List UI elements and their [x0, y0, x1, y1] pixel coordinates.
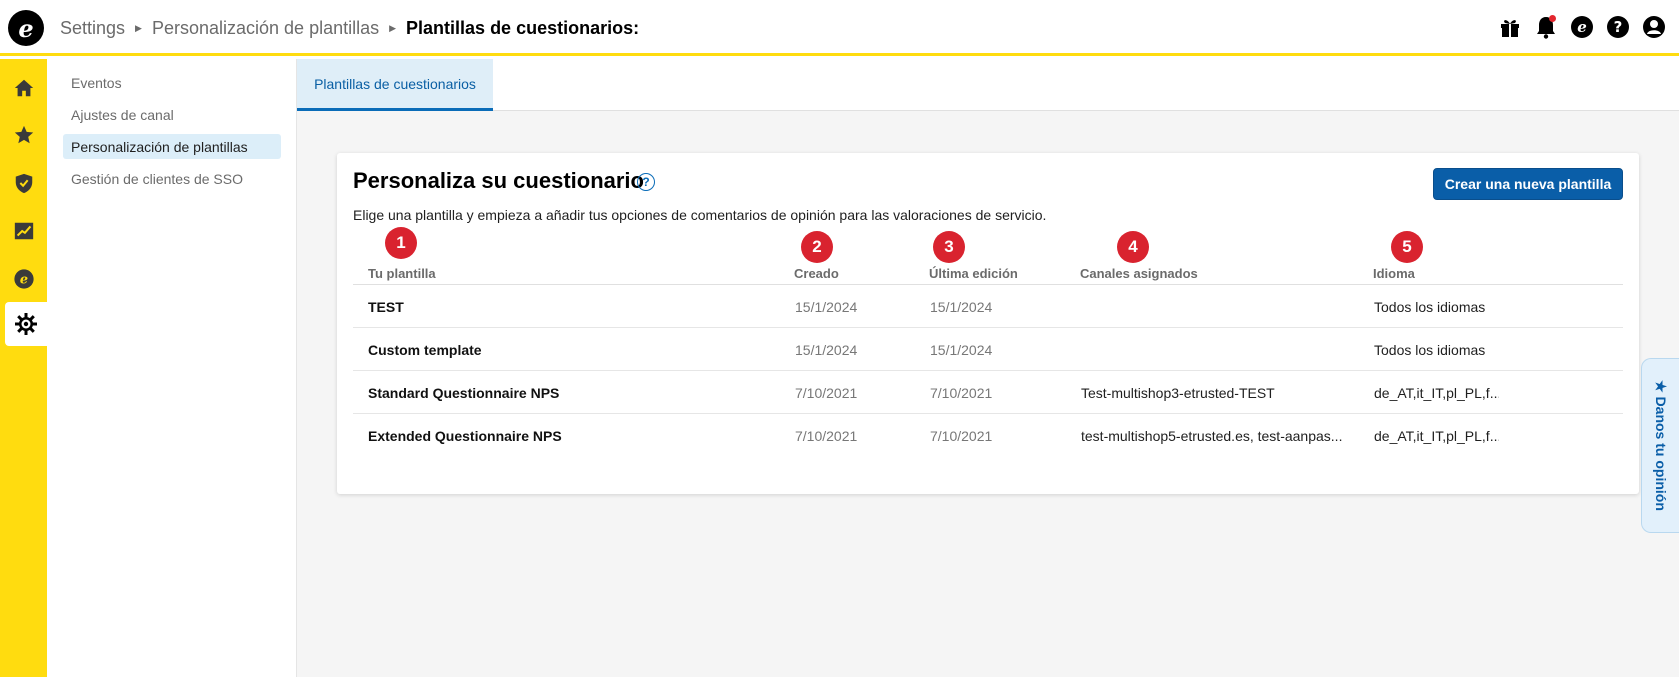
svg-text:?: ? — [1614, 18, 1623, 36]
breadcrumb-template-customization[interactable]: Personalización de plantillas — [152, 18, 379, 39]
star-icon[interactable] — [0, 113, 47, 157]
top-bar: e Settings ▶ Personalización de plantill… — [0, 0, 1679, 56]
logo-letter: e — [18, 13, 34, 43]
column-badge-2: 2 — [801, 231, 833, 263]
column-badge-1: 1 — [385, 227, 417, 259]
help-icon[interactable]: ? — [1605, 14, 1631, 40]
cell-template-name[interactable]: Extended Questionnaire NPS — [368, 414, 562, 457]
cell-last-edit: 15/1/2024 — [930, 341, 993, 358]
table-row[interactable]: Extended Questionnaire NPS 7/10/2021 7/1… — [353, 414, 1623, 457]
top-icons: e ? — [1497, 14, 1667, 40]
cell-language: Todos los idiomas — [1374, 298, 1486, 315]
card-description: Elige una plantilla y empieza a añadir t… — [353, 207, 1047, 223]
cell-created: 7/10/2021 — [795, 384, 858, 401]
bell-icon[interactable] — [1533, 14, 1559, 40]
cell-last-edit: 15/1/2024 — [930, 298, 993, 315]
questionnaire-card: Personaliza su cuestionario ? Elige una … — [337, 153, 1639, 494]
cell-language: de_AT,it_IT,pl_PL,f... — [1374, 384, 1499, 401]
column-header-language[interactable]: Idioma — [1373, 266, 1415, 281]
breadcrumb-separator-icon: ▶ — [135, 22, 142, 33]
gear-icon[interactable] — [5, 302, 47, 346]
table-row[interactable]: Standard Questionnaire NPS 7/10/2021 7/1… — [353, 371, 1623, 414]
chart-icon[interactable] — [0, 209, 47, 253]
page-title: Plantillas de cuestionarios: — [406, 17, 640, 38]
settings-subnav: Eventos Ajustes de canal Personalización… — [47, 59, 297, 677]
cell-created: 15/1/2024 — [795, 341, 858, 358]
cell-created: 7/10/2021 — [795, 427, 858, 444]
cell-channels: Test-multishop3-etrusted-TEST — [1081, 384, 1275, 401]
card-title: Personaliza su cuestionario — [353, 168, 644, 193]
table-row[interactable]: Custom template 15/1/2024 15/1/2024 Todo… — [353, 328, 1623, 371]
subnav-item-personalizacion[interactable]: Personalización de plantillas — [63, 134, 281, 159]
tab-plantillas-cuestionarios[interactable]: Plantillas de cuestionarios — [297, 59, 493, 111]
cell-last-edit: 7/10/2021 — [930, 384, 993, 401]
cell-template-name[interactable]: Custom template — [368, 328, 482, 371]
subnav-item-sso[interactable]: Gestión de clientes de SSO — [63, 166, 281, 191]
create-template-button[interactable]: Crear una nueva plantilla — [1433, 168, 1623, 200]
svg-text:e: e — [19, 273, 27, 288]
column-header-created[interactable]: Creado — [794, 266, 839, 281]
cell-language: de_AT,it_IT,pl_PL,f... — [1374, 427, 1499, 444]
home-icon[interactable] — [0, 66, 47, 110]
tab-strip: Plantillas de cuestionarios — [297, 59, 1679, 111]
subnav-item-ajustes-canal[interactable]: Ajustes de canal — [63, 102, 281, 127]
breadcrumb: Settings ▶ Personalización de plantillas… — [60, 0, 639, 56]
cell-template-name[interactable]: Standard Questionnaire NPS — [368, 371, 559, 414]
main-content: Plantillas de cuestionarios Personaliza … — [297, 59, 1679, 677]
column-badge-3: 3 — [933, 231, 965, 263]
breadcrumb-settings[interactable]: Settings — [60, 18, 125, 39]
cell-created: 15/1/2024 — [795, 298, 858, 315]
gift-icon[interactable] — [1497, 14, 1523, 40]
cell-last-edit: 7/10/2021 — [930, 427, 993, 444]
column-header-last-edit[interactable]: Última edición — [929, 266, 1018, 281]
column-header-channels[interactable]: Canales asignados — [1080, 266, 1198, 281]
etrusted-logo[interactable]: e — [8, 10, 44, 46]
user-icon[interactable] — [1641, 14, 1667, 40]
svg-text:e: e — [1577, 18, 1587, 36]
cell-language: Todos los idiomas — [1374, 341, 1486, 358]
feedback-label: ★ Danos tu opinión — [1653, 380, 1670, 511]
feedback-tab[interactable]: ★ Danos tu opinión — [1641, 358, 1679, 533]
notification-dot — [1549, 15, 1556, 22]
etrusted-icon[interactable]: e — [1569, 14, 1595, 40]
etrusted-icon[interactable]: e — [0, 257, 47, 301]
table-row[interactable]: TEST 15/1/2024 15/1/2024 Todos los idiom… — [353, 285, 1623, 328]
shield-icon[interactable] — [0, 161, 47, 205]
column-badge-5: 5 — [1391, 231, 1423, 263]
cell-channels: test-multishop5-etrusted.es, test-aanpas… — [1081, 427, 1343, 444]
breadcrumb-separator-icon: ▶ — [389, 22, 397, 33]
help-circle-icon[interactable]: ? — [637, 173, 655, 191]
subnav-item-eventos[interactable]: Eventos — [63, 70, 281, 95]
column-header-template[interactable]: Tu plantilla — [368, 266, 436, 281]
cell-template-name[interactable]: TEST — [368, 285, 404, 328]
column-badge-4: 4 — [1117, 231, 1149, 263]
main-nav-rail: e — [0, 59, 47, 677]
